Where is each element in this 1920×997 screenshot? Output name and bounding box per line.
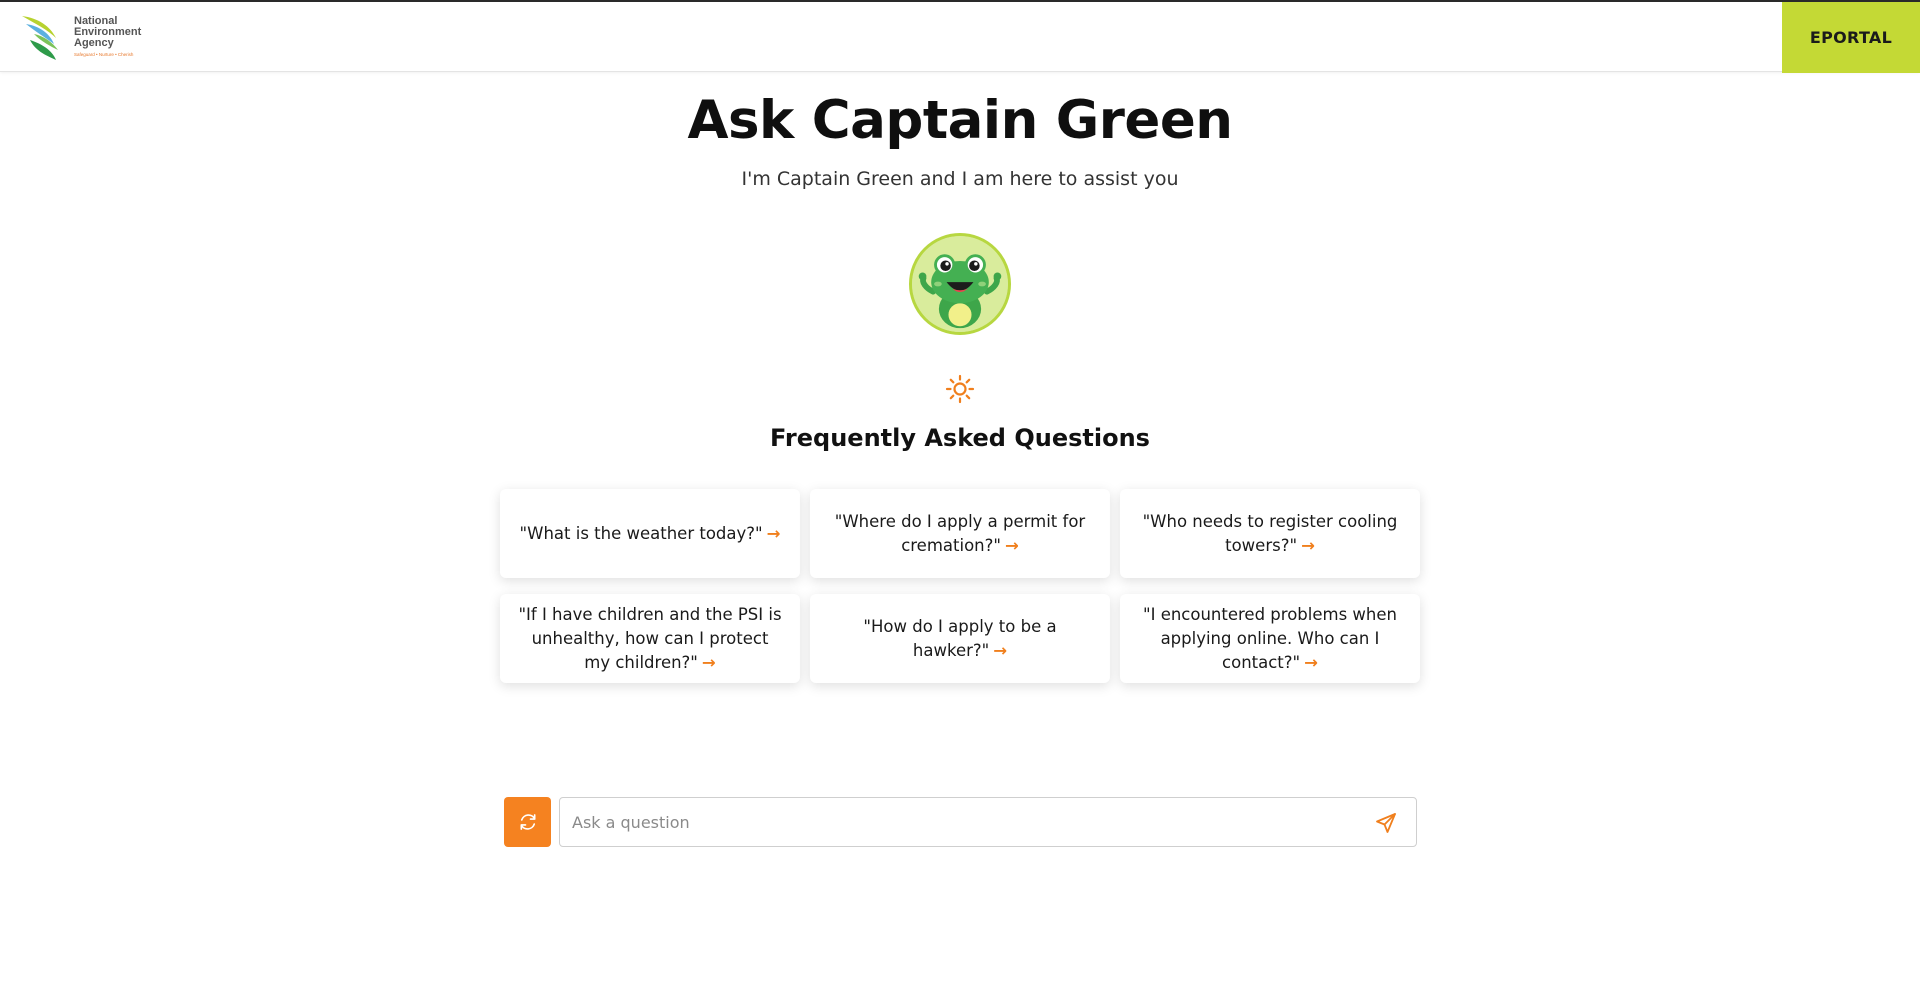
- faq-card-cremation-permit[interactable]: "Where do I apply a permit for cremation…: [810, 489, 1110, 578]
- faq-grid: "What is the weather today?" → "Where do …: [500, 489, 1420, 683]
- faq-card-text: "Who needs to register cooling towers?" →: [1138, 510, 1402, 558]
- page-subtitle: I'm Captain Green and I am here to assis…: [741, 168, 1179, 190]
- send-icon[interactable]: [1374, 811, 1398, 835]
- arrow-right-icon: →: [1004, 535, 1019, 555]
- top-bar: National Environment Agency Safeguard • …: [0, 2, 1920, 73]
- faq-card-text: "I encountered problems when applying on…: [1138, 603, 1402, 675]
- nea-logo-mark: [22, 16, 58, 60]
- ask-question-input[interactable]: [572, 798, 1352, 846]
- faq-question-text: "How do I apply to be a hawker?": [863, 616, 1057, 660]
- arrow-right-icon: →: [1301, 535, 1315, 555]
- logo-tagline: Safeguard • Nurture • Cherish: [74, 52, 134, 57]
- faq-title: Frequently Asked Questions: [770, 424, 1150, 452]
- faq-card-psi-children[interactable]: "If I have children and the PSI is unhea…: [500, 594, 800, 683]
- faq-card-text: "What is the weather today?" →: [520, 522, 781, 546]
- faq-card-text: "Where do I apply a permit for cremation…: [828, 510, 1092, 558]
- nea-logo[interactable]: National Environment Agency Safeguard • …: [20, 14, 150, 62]
- sun-icon: [945, 374, 975, 404]
- captain-green-avatar: [909, 233, 1011, 335]
- faq-card-cooling-towers[interactable]: "Who needs to register cooling towers?" →: [1120, 489, 1420, 578]
- logo-wordmark: National Environment Agency: [74, 16, 141, 49]
- faq-card-weather[interactable]: "What is the weather today?" →: [500, 489, 800, 578]
- ask-question-box: [559, 797, 1417, 847]
- arrow-right-icon: →: [993, 640, 1008, 660]
- faq-question-text: "Where do I apply a permit for cremation…: [834, 511, 1086, 555]
- arrow-right-icon: →: [1304, 652, 1318, 672]
- faq-question-text: "Who needs to register cooling towers?": [1142, 511, 1398, 555]
- faq-card-text: "How do I apply to be a hawker?" →: [828, 615, 1092, 663]
- logo-line-3: Agency: [74, 37, 114, 49]
- arrow-right-icon: →: [766, 523, 781, 543]
- refresh-icon: [520, 814, 535, 830]
- eportal-button[interactable]: EPORTAL: [1782, 2, 1920, 73]
- faq-card-hawker[interactable]: "How do I apply to be a hawker?" →: [810, 594, 1110, 683]
- page-title: Ask Captain Green: [687, 90, 1233, 151]
- faq-question-text: "If I have children and the PSI is unhea…: [518, 604, 782, 672]
- frog-mascot-icon: [912, 236, 1008, 332]
- faq-card-text: "If I have children and the PSI is unhea…: [518, 603, 782, 675]
- refresh-button[interactable]: [504, 797, 551, 847]
- faq-question-text: "I encountered problems when applying on…: [1143, 604, 1397, 672]
- faq-card-online-problems[interactable]: "I encountered problems when applying on…: [1120, 594, 1420, 683]
- arrow-right-icon: →: [701, 652, 716, 672]
- faq-question-text: "What is the weather today?": [519, 523, 763, 543]
